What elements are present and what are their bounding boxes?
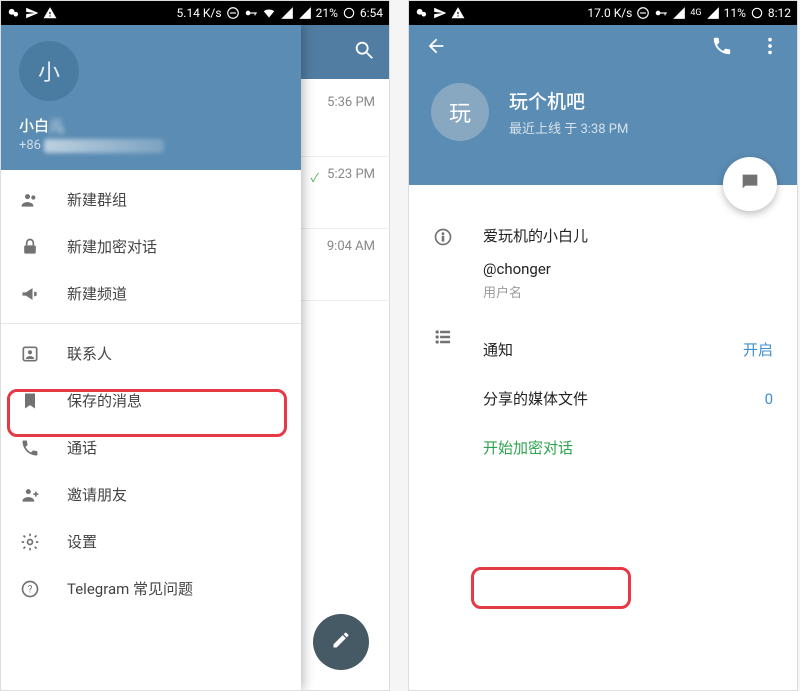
check-icon: ✓	[311, 169, 319, 186]
drawer-menu: 新建群组 新建加密对话 新建频道 联系人 保存的消息	[1, 170, 301, 618]
clock-time: 6:54	[360, 6, 383, 20]
profile-body: 爱玩机的小白儿 @chonger 用户名 通知 开启 分享的媒体文件 0	[409, 185, 797, 472]
menu-label: 新建群组	[67, 189, 127, 210]
send-icon	[433, 6, 447, 20]
menu-new-secret-chat[interactable]: 新建加密对话	[1, 223, 301, 270]
chat-time: 5:23 PM	[327, 167, 375, 182]
avatar[interactable]: 玩	[431, 83, 489, 141]
megaphone-icon	[19, 284, 41, 304]
clock-time: 8:12	[768, 6, 791, 20]
menu-new-channel[interactable]: 新建频道	[1, 270, 301, 317]
signal2-icon	[706, 6, 720, 20]
person-add-icon	[19, 485, 41, 505]
network-speed: 5.14 K/s	[177, 6, 222, 20]
profile-header: 玩 玩个机吧 最近上线 于 3:38 PM	[409, 25, 797, 185]
info-icon	[433, 225, 455, 301]
gear-icon	[19, 532, 41, 552]
compose-fab[interactable]	[313, 614, 369, 670]
menu-new-group[interactable]: 新建群组	[1, 176, 301, 223]
message-fab[interactable]	[723, 157, 777, 211]
avatar[interactable]: 小	[19, 41, 79, 101]
back-button[interactable]	[425, 35, 447, 61]
menu-label: 新建频道	[67, 283, 127, 304]
start-secret-chat[interactable]: 开始加密对话	[483, 423, 773, 472]
wechat-icon	[7, 6, 21, 20]
menu-label: 新建加密对话	[67, 236, 157, 257]
menu-invite-friends[interactable]: 邀请朋友	[1, 471, 301, 518]
more-button[interactable]	[759, 35, 781, 61]
profile-name: 小白儿	[19, 115, 283, 136]
menu-saved-messages[interactable]: 保存的消息	[1, 377, 301, 424]
notifications-row[interactable]: 通知 开启	[483, 325, 773, 374]
signal-icon	[672, 6, 686, 20]
row-value: 0	[765, 390, 773, 408]
phone-icon	[19, 438, 41, 458]
menu-label: 保存的消息	[67, 390, 142, 411]
username[interactable]: @chonger	[483, 260, 773, 278]
warning-icon	[43, 6, 57, 20]
drawer-header: 小 小白儿 +86	[1, 25, 301, 170]
profile-phone: +86	[19, 138, 283, 153]
menu-label: 设置	[67, 531, 97, 552]
vpn-key-icon	[654, 6, 668, 20]
battery-ring-icon	[342, 6, 356, 20]
help-icon: ?	[19, 579, 41, 599]
phone-left: 5.14 K/s 21% 6:54 5:36 PM ✓	[0, 0, 390, 691]
menu-label: Telegram 常见问题	[67, 578, 193, 599]
row-label: 通知	[483, 339, 513, 360]
dnd-icon	[636, 6, 650, 20]
menu-label: 联系人	[67, 343, 112, 364]
pencil-icon	[331, 630, 351, 654]
shared-media-row[interactable]: 分享的媒体文件 0	[483, 374, 773, 423]
search-icon[interactable]	[353, 39, 375, 65]
nav-drawer: 小 小白儿 +86 新建群组 新建加密对话 新建频道	[1, 25, 301, 690]
warning-icon	[451, 6, 465, 20]
signal2-icon	[298, 6, 312, 20]
net-type: 4G	[690, 8, 701, 18]
wechat-icon	[415, 6, 429, 20]
lock-icon	[19, 237, 41, 257]
call-button[interactable]	[711, 35, 733, 61]
bookmark-icon	[19, 391, 41, 411]
row-label: 分享的媒体文件	[483, 388, 588, 409]
profile-name: 玩个机吧	[509, 87, 628, 114]
menu-separator	[1, 323, 301, 324]
row-value: 开启	[743, 339, 773, 360]
battery-ring-icon	[750, 6, 764, 20]
menu-settings[interactable]: 设置	[1, 518, 301, 565]
dnd-icon	[226, 6, 240, 20]
username-label: 用户名	[483, 282, 773, 301]
group-icon	[19, 190, 41, 210]
menu-contacts[interactable]: 联系人	[1, 330, 301, 377]
highlight-annotation	[471, 567, 631, 609]
chat-time: 9:04 AM	[327, 239, 375, 254]
list-icon	[433, 325, 455, 472]
send-icon	[25, 6, 39, 20]
menu-label: 通话	[67, 437, 97, 458]
statusbar: 5.14 K/s 21% 6:54	[1, 1, 389, 25]
svg-text:?: ?	[28, 584, 33, 595]
phone-right: 17.0 K/s 4G 11% 8:12 玩	[408, 0, 798, 691]
display-name: 爱玩机的小白儿	[483, 225, 773, 246]
battery-pct: 21%	[316, 6, 338, 20]
menu-label: 邀请朋友	[67, 484, 127, 505]
message-icon	[739, 171, 761, 197]
menu-faq[interactable]: ? Telegram 常见问题	[1, 565, 301, 612]
vpn-key-icon	[244, 6, 258, 20]
signal-icon	[280, 6, 294, 20]
network-speed: 17.0 K/s	[587, 6, 632, 20]
statusbar: 17.0 K/s 4G 11% 8:12	[409, 1, 797, 25]
profile-status: 最近上线 于 3:38 PM	[509, 118, 628, 137]
battery-pct: 11%	[724, 6, 746, 20]
wifi-icon	[262, 6, 276, 20]
person-icon	[19, 344, 41, 364]
menu-calls[interactable]: 通话	[1, 424, 301, 471]
chat-time: 5:36 PM	[327, 95, 375, 110]
